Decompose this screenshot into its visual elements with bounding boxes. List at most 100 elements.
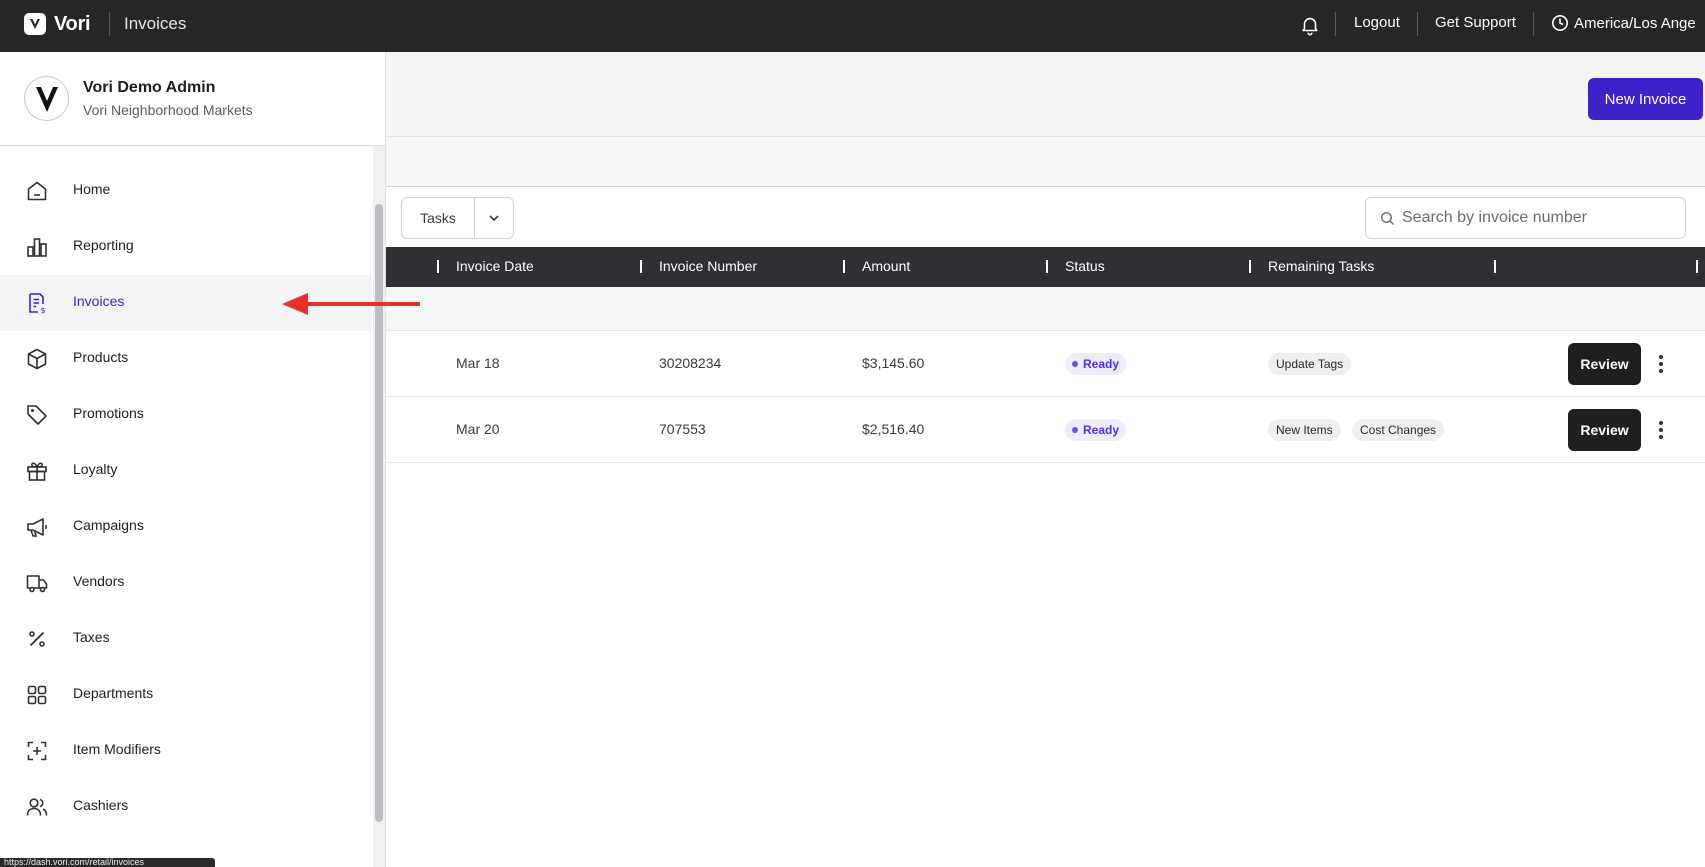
column-resizer[interactable] [1696, 260, 1698, 273]
column-invoice-date[interactable]: Invoice Date [456, 258, 534, 274]
tasks-dropdown-button[interactable] [474, 197, 514, 239]
sidebar-item-label: Departments [73, 685, 154, 701]
svg-text:$: $ [41, 306, 46, 315]
modifier-icon [27, 741, 47, 761]
invoice-number: 707553 [659, 421, 706, 437]
sidebar-item-departments[interactable]: Departments [0, 667, 372, 723]
column-resizer[interactable] [1494, 260, 1496, 273]
more-options-icon[interactable] [1651, 353, 1671, 375]
sidebar-item-label: Cashiers [73, 797, 129, 813]
truck-icon [26, 575, 48, 593]
divider [1335, 12, 1336, 36]
table-header: Invoice Date Invoice Number Amount Statu… [380, 247, 1705, 287]
column-amount[interactable]: Amount [862, 258, 910, 274]
sidebar-scrollbar[interactable] [373, 146, 385, 867]
home-icon [27, 181, 47, 201]
sidebar-item-vendors[interactable]: Vendors [0, 555, 372, 611]
megaphone-icon [27, 518, 47, 537]
invoice-amount: $3,145.60 [862, 355, 925, 371]
tag-icon [27, 405, 47, 425]
sidebar-item-label: Campaigns [73, 517, 144, 533]
divider [1533, 12, 1534, 36]
invoice-search[interactable] [1365, 197, 1686, 239]
invoice-date: Mar 18 [456, 355, 500, 371]
invoice-date: Mar 20 [456, 421, 500, 437]
link-preview-url: https://dash.vori.com/retail/invoices [0, 858, 215, 867]
status-badge: Ready [1065, 419, 1127, 441]
get-support-link[interactable]: Get Support [1435, 14, 1516, 31]
users-icon [26, 798, 48, 816]
sidebar-item-home[interactable]: Home [0, 163, 372, 219]
gift-icon [27, 462, 47, 481]
sidebar-item-label: Vendors [73, 573, 125, 589]
sidebar-item-label: Invoices [73, 293, 125, 309]
more-options-icon[interactable] [1651, 419, 1671, 441]
divider [109, 12, 110, 36]
column-resizer[interactable] [640, 260, 642, 273]
task-tag: Cost Changes [1352, 419, 1445, 441]
sidebar-item-label: Taxes [73, 629, 110, 645]
chart-icon [27, 238, 47, 257]
tasks-filter-button[interactable]: Tasks [401, 197, 475, 239]
profile-header[interactable]: Vori Demo Admin Vori Neighborhood Market… [0, 52, 385, 146]
table-row[interactable]: Mar 20 707553 $2,516.40 Ready New Items … [380, 397, 1705, 463]
logout-link[interactable]: Logout [1354, 14, 1400, 31]
review-button[interactable]: Review [1568, 343, 1641, 385]
box-icon [27, 348, 47, 370]
table-row[interactable]: Mar 18 30208234 $3,145.60 Ready Update T… [380, 331, 1705, 397]
status-badge: Ready [1065, 353, 1127, 375]
review-button[interactable]: Review [1568, 409, 1641, 451]
timezone-selector[interactable]: America/Los Ange [1551, 14, 1696, 32]
invoice-amount: $2,516.40 [862, 421, 925, 437]
sidebar-item-label: Products [73, 349, 129, 365]
search-input[interactable] [1402, 198, 1672, 238]
sidebar-item-products[interactable]: Products [0, 331, 372, 387]
sidebar-item-label: Loyalty [73, 461, 118, 477]
vori-logo[interactable]: Vori [24, 13, 91, 35]
grid-icon [27, 685, 47, 705]
sidebar-item-cashiers[interactable]: Cashiers [0, 779, 372, 835]
top-bar: Vori Invoices Logout Get Support America… [0, 0, 1705, 52]
column-resizer[interactable] [1046, 260, 1048, 273]
search-icon [1380, 211, 1394, 225]
sidebar-item-promotions[interactable]: Promotions [0, 387, 372, 443]
sidebar: Vori Demo Admin Vori Neighborhood Market… [0, 52, 386, 867]
sidebar-item-reporting[interactable]: Reporting [0, 219, 372, 275]
task-tag: Update Tags [1268, 353, 1352, 375]
invoices-panel: Tasks Invoice Date Invoice Number Amount… [340, 136, 1705, 867]
profile-name: Vori Demo Admin [83, 79, 216, 96]
column-resizer[interactable] [843, 260, 845, 273]
vori-logo-icon [24, 13, 46, 35]
org-avatar [24, 76, 69, 121]
sidebar-item-label: Home [73, 181, 111, 197]
divider [1417, 12, 1418, 36]
sidebar-item-loyalty[interactable]: Loyalty [0, 443, 372, 499]
column-remaining-tasks[interactable]: Remaining Tasks [1268, 258, 1374, 274]
invoice-icon: $ [29, 293, 46, 315]
percent-icon [29, 631, 45, 647]
status-dot [1072, 427, 1078, 433]
invoice-number: 30208234 [659, 355, 722, 371]
sidebar-item-label: Item Modifiers [73, 741, 161, 757]
clock-icon [1552, 15, 1568, 31]
status-label: Ready [1083, 357, 1120, 371]
status-label: Ready [1083, 423, 1120, 437]
column-resizer[interactable] [437, 260, 439, 273]
profile-org: Vori Neighborhood Markets [83, 102, 253, 118]
column-status[interactable]: Status [1065, 258, 1105, 274]
page-title: Invoices [124, 14, 187, 33]
group-row [380, 287, 1705, 331]
sidebar-item-label: Promotions [73, 405, 144, 421]
sidebar-item-taxes[interactable]: Taxes [0, 611, 372, 667]
status-dot [1072, 361, 1078, 367]
column-invoice-number[interactable]: Invoice Number [659, 258, 757, 274]
bell-icon[interactable] [1299, 14, 1321, 36]
sidebar-item-label: Reporting [73, 237, 134, 253]
sidebar-item-campaigns[interactable]: Campaigns [0, 499, 372, 555]
annotation-arrow-icon [282, 293, 420, 315]
new-invoice-button[interactable]: New Invoice [1588, 78, 1703, 120]
column-resizer[interactable] [1249, 260, 1251, 273]
sidebar-item-item-modifiers[interactable]: Item Modifiers [0, 723, 372, 779]
chevron-down-icon [489, 215, 499, 222]
timezone-label: America/Los Ange [1574, 14, 1696, 32]
